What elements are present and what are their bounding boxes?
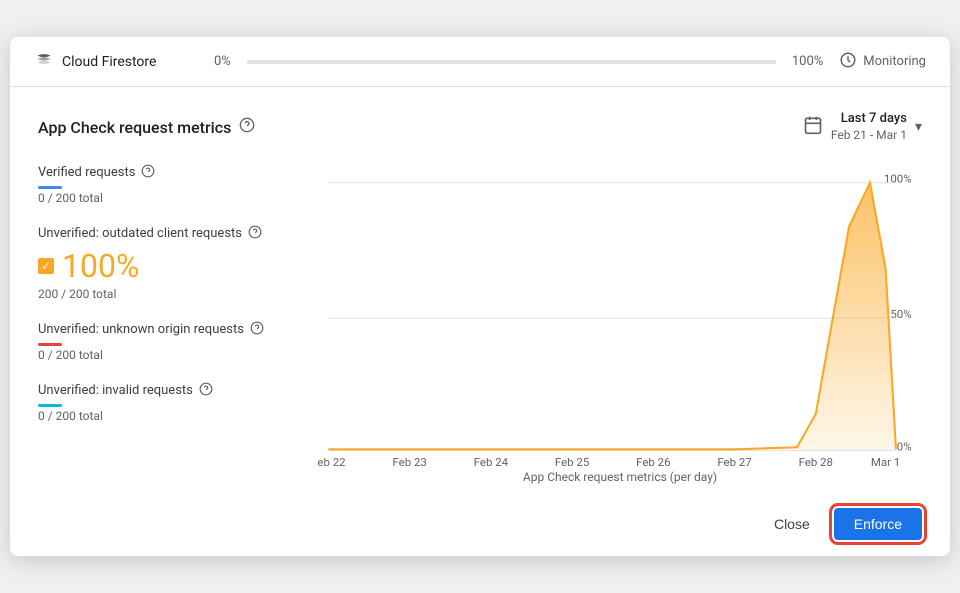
close-button[interactable]: Close — [758, 508, 826, 540]
progress-bar — [247, 60, 776, 64]
svg-text:Feb 27: Feb 27 — [717, 455, 751, 466]
verified-help-icon[interactable] — [141, 164, 155, 182]
top-bar: Cloud Firestore 0% 100% Monitoring — [10, 37, 950, 87]
main-content: App Check request metrics — [10, 87, 950, 491]
svg-text:Feb 23: Feb 23 — [392, 455, 426, 466]
chart-svg: 100% 50% 0% — [318, 164, 922, 466]
service-name: Cloud Firestore — [62, 54, 156, 70]
metrics-header: App Check request metrics — [38, 111, 922, 143]
chevron-down-icon: ▾ — [915, 119, 922, 135]
chart-line — [328, 182, 896, 449]
help-icon[interactable] — [239, 117, 255, 137]
unverified-invalid-total: 0 / 200 total — [38, 409, 302, 423]
chart-area: Verified requests 0 / 200 total — [38, 164, 922, 492]
service-icon — [34, 49, 54, 74]
svg-text:Mar 1: Mar 1 — [871, 455, 900, 466]
metrics-legend: Verified requests 0 / 200 total — [38, 164, 318, 492]
service-info: Cloud Firestore — [34, 49, 214, 74]
date-range-label: Last 7 days — [841, 111, 907, 128]
legend-unverified-unknown-title: Unverified: unknown origin requests — [38, 321, 302, 339]
metrics-title: App Check request metrics — [38, 118, 231, 137]
unverified-unknown-line — [38, 343, 62, 346]
progress-section: 0% 100% — [214, 54, 823, 69]
verified-label: Verified requests — [38, 165, 135, 180]
date-range-text: Last 7 days Feb 21 - Mar 1 — [831, 111, 907, 143]
unverified-invalid-help-icon[interactable] — [199, 382, 213, 400]
unverified-invalid-line — [38, 404, 62, 407]
date-range-sub: Feb 21 - Mar 1 — [831, 128, 907, 144]
clock-icon — [839, 51, 857, 73]
unverified-outdated-big-value: 100% — [62, 247, 139, 285]
legend-unverified-outdated-title: Unverified: outdated client requests — [38, 225, 302, 243]
date-range-picker[interactable]: Last 7 days Feb 21 - Mar 1 ▾ — [803, 111, 922, 143]
monitoring-label: Monitoring — [863, 54, 926, 69]
unverified-unknown-total: 0 / 200 total — [38, 348, 302, 362]
monitoring-section: Monitoring — [839, 51, 926, 73]
svg-text:100%: 100% — [884, 171, 912, 185]
svg-text:Feb 25: Feb 25 — [555, 455, 589, 466]
calendar-icon — [803, 115, 823, 140]
unverified-invalid-label: Unverified: invalid requests — [38, 383, 193, 398]
dialog-footer: Close Enforce — [10, 492, 950, 556]
unverified-outdated-help-icon[interactable] — [248, 225, 262, 243]
progress-start: 0% — [214, 54, 231, 69]
unverified-unknown-label: Unverified: unknown origin requests — [38, 322, 244, 337]
verified-total: 0 / 200 total — [38, 191, 302, 205]
svg-text:50%: 50% — [890, 307, 911, 321]
unverified-unknown-help-icon[interactable] — [250, 321, 264, 339]
progress-end: 100% — [792, 54, 823, 69]
chart-wrapper: 100% 50% 0% — [318, 164, 922, 492]
metrics-title-row: App Check request metrics — [38, 117, 255, 137]
legend-unverified-unknown: Unverified: unknown origin requests 0 / … — [38, 321, 302, 362]
svg-text:0%: 0% — [897, 439, 912, 453]
svg-text:Feb 26: Feb 26 — [636, 455, 670, 466]
svg-text:Feb 22: Feb 22 — [318, 455, 346, 466]
verified-line — [38, 186, 62, 189]
unverified-outdated-checkbox[interactable]: ✓ — [38, 258, 54, 274]
unverified-outdated-total: 200 / 200 total — [38, 287, 302, 301]
legend-verified: Verified requests 0 / 200 total — [38, 164, 302, 205]
chart-area-fill — [328, 182, 896, 449]
legend-unverified-invalid-title: Unverified: invalid requests — [38, 382, 302, 400]
chart-x-label: App Check request metrics (per day) — [318, 470, 922, 492]
unverified-outdated-label: Unverified: outdated client requests — [38, 226, 242, 241]
legend-unverified-outdated: Unverified: outdated client requests ✓ 1… — [38, 225, 302, 301]
main-dialog: Cloud Firestore 0% 100% Monitoring App C… — [10, 37, 950, 555]
legend-unverified-invalid: Unverified: invalid requests 0 / 200 tot… — [38, 382, 302, 423]
enforce-button[interactable]: Enforce — [834, 508, 922, 540]
svg-text:Feb 24: Feb 24 — [474, 455, 509, 466]
legend-verified-title: Verified requests — [38, 164, 302, 182]
svg-text:Feb 28: Feb 28 — [799, 455, 833, 466]
unverified-outdated-value-row: ✓ 100% — [38, 247, 302, 285]
